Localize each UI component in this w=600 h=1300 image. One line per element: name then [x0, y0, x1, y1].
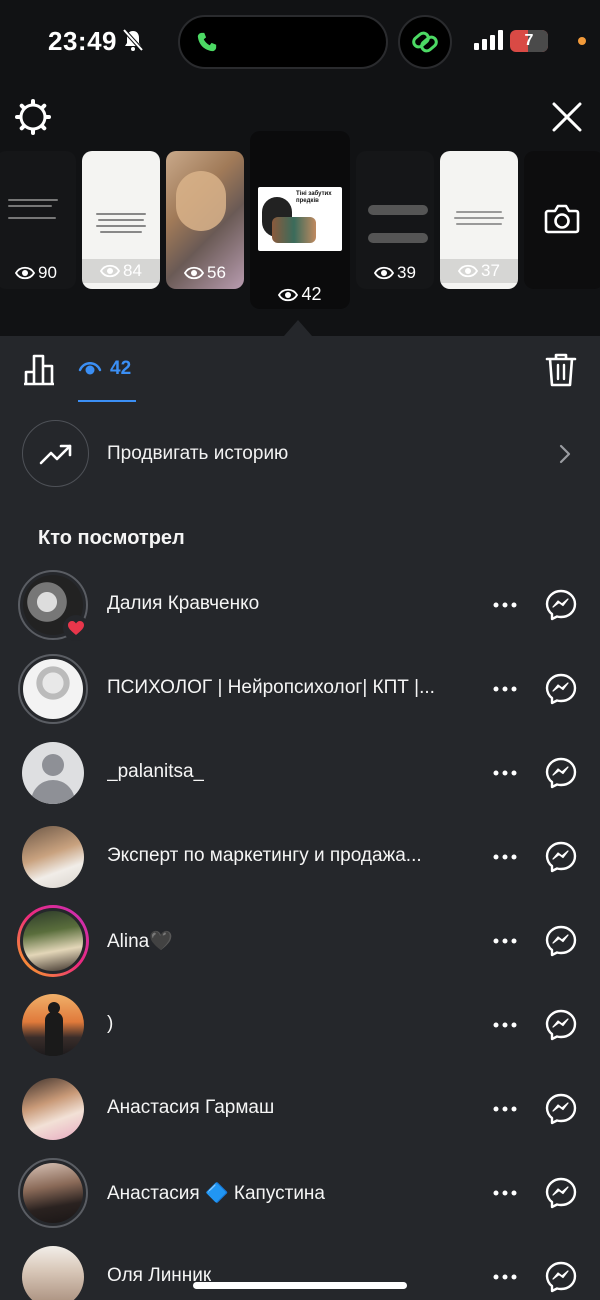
story-view-count: 42 — [301, 284, 322, 304]
viewer-name[interactable]: Эксперт по маркетингу и продажа... — [107, 845, 422, 867]
eye-icon — [184, 266, 205, 280]
add-story-camera-button[interactable] — [524, 151, 600, 289]
story-thumbnail[interactable]: 84 — [82, 151, 160, 289]
eye-icon — [278, 288, 299, 301]
more-options-icon[interactable] — [491, 763, 519, 783]
viewer-name[interactable]: ) — [107, 1013, 113, 1035]
viewer-name[interactable]: Анастасия 🔷 Капустина — [107, 1181, 325, 1205]
dynamic-island[interactable] — [178, 15, 388, 69]
story-thumbnail[interactable]: 37 — [440, 151, 518, 289]
eye-icon — [15, 266, 36, 280]
messenger-icon[interactable] — [544, 924, 578, 958]
story-preview-image: Тіні забутих предків — [258, 187, 342, 251]
tab-viewers[interactable]: 42 — [78, 354, 131, 384]
chain-link-icon — [412, 31, 438, 53]
eye-icon — [100, 264, 121, 278]
settings-gear-icon[interactable] — [14, 98, 52, 136]
trash-icon[interactable] — [544, 352, 578, 388]
avatar[interactable] — [18, 1158, 88, 1228]
eye-icon — [78, 362, 102, 375]
story-view-count: 56 — [207, 263, 226, 282]
default-avatar-icon[interactable] — [22, 742, 84, 804]
more-options-icon[interactable] — [491, 931, 519, 951]
avatar[interactable] — [22, 994, 84, 1056]
story-thumbnail[interactable]: 56 — [166, 151, 244, 289]
viewer-name[interactable]: _palanitsa_ — [107, 761, 204, 783]
avatar[interactable] — [22, 1246, 84, 1300]
camera-icon — [544, 204, 580, 234]
privacy-indicator-dot — [578, 37, 586, 45]
messenger-icon[interactable] — [544, 756, 578, 790]
avatar[interactable] — [22, 1078, 84, 1140]
viewer-row[interactable]: _palanitsa_ — [0, 738, 600, 814]
phone-call-icon — [197, 32, 217, 52]
selected-story-pointer — [284, 320, 312, 336]
battery-level: 7 — [524, 32, 534, 49]
shared-link-indicator[interactable] — [398, 15, 452, 69]
messenger-icon[interactable] — [544, 1008, 578, 1042]
more-options-icon[interactable] — [491, 847, 519, 867]
avatar-with-story-ring[interactable] — [17, 905, 89, 977]
heart-icon — [68, 621, 84, 635]
eye-icon — [458, 264, 479, 278]
story-caption: Тіні забутих предків — [296, 191, 332, 204]
more-options-icon[interactable] — [491, 679, 519, 699]
more-options-icon[interactable] — [491, 1183, 519, 1203]
close-icon[interactable] — [548, 98, 586, 136]
avatar[interactable] — [22, 826, 84, 888]
cell-signal-icon — [474, 30, 503, 50]
avatar[interactable] — [18, 654, 88, 724]
promote-story-row[interactable]: Продвигать историю — [0, 418, 600, 492]
more-options-icon[interactable] — [491, 595, 519, 615]
more-options-icon[interactable] — [491, 1267, 519, 1287]
story-thumbnail[interactable]: 90 — [0, 151, 76, 289]
viewer-row[interactable]: Оля Линник — [0, 1242, 600, 1300]
messenger-icon[interactable] — [544, 840, 578, 874]
promote-story-label: Продвигать историю — [107, 443, 289, 464]
viewer-row[interactable]: ПСИХОЛОГ | Нейропсихолог| КПТ |... — [0, 654, 600, 730]
silent-bell-icon — [122, 28, 144, 52]
story-thumbnail[interactable]: 39 — [356, 151, 434, 289]
trending-up-icon — [39, 444, 72, 465]
more-options-icon[interactable] — [491, 1015, 519, 1035]
viewer-row[interactable]: Анастасия Гармаш — [0, 1074, 600, 1150]
story-thumbnail-selected[interactable]: Тіні забутих предків 42 — [250, 131, 350, 309]
viewer-row[interactable]: Анастасия 🔷 Капустина — [0, 1158, 600, 1234]
story-view-count: 37 — [481, 261, 500, 280]
messenger-icon[interactable] — [544, 1260, 578, 1294]
status-time: 23:49 — [48, 26, 117, 56]
messenger-icon[interactable] — [544, 672, 578, 706]
story-view-count: 84 — [123, 261, 142, 280]
viewer-row[interactable]: Эксперт по маркетингу и продажа... — [0, 822, 600, 898]
story-view-count: 90 — [38, 263, 57, 282]
battery-indicator: 7 — [510, 30, 548, 52]
viewers-section-title: Кто посмотрел — [38, 527, 185, 549]
viewer-row[interactable]: Alina🖤 — [0, 905, 600, 982]
viewer-name[interactable]: Alina🖤 — [107, 929, 173, 953]
eye-icon — [374, 266, 395, 280]
insights-tabs: 42 — [0, 336, 600, 406]
promote-icon-circle — [22, 420, 89, 487]
viewer-name[interactable]: ПСИХОЛОГ | Нейропсихолог| КПТ |... — [107, 677, 435, 699]
story-view-count: 39 — [397, 263, 416, 282]
home-indicator[interactable] — [193, 1282, 407, 1289]
active-tab-indicator — [78, 400, 136, 402]
more-options-icon[interactable] — [491, 1099, 519, 1119]
viewer-name[interactable]: Далия Кравченко — [107, 593, 259, 615]
viewer-name[interactable]: Анастасия Гармаш — [107, 1097, 274, 1119]
viewer-row[interactable]: ) — [0, 990, 600, 1066]
chevron-right-icon — [559, 444, 571, 464]
messenger-icon[interactable] — [544, 1176, 578, 1210]
messenger-icon[interactable] — [544, 588, 578, 622]
messenger-icon[interactable] — [544, 1092, 578, 1126]
bar-chart-icon[interactable] — [22, 352, 56, 386]
liked-heart-badge — [63, 615, 89, 641]
viewer-row[interactable]: Далия Кравченко — [0, 570, 600, 646]
viewers-count: 42 — [110, 358, 132, 379]
status-bar: 23:49 7 — [0, 0, 600, 84]
